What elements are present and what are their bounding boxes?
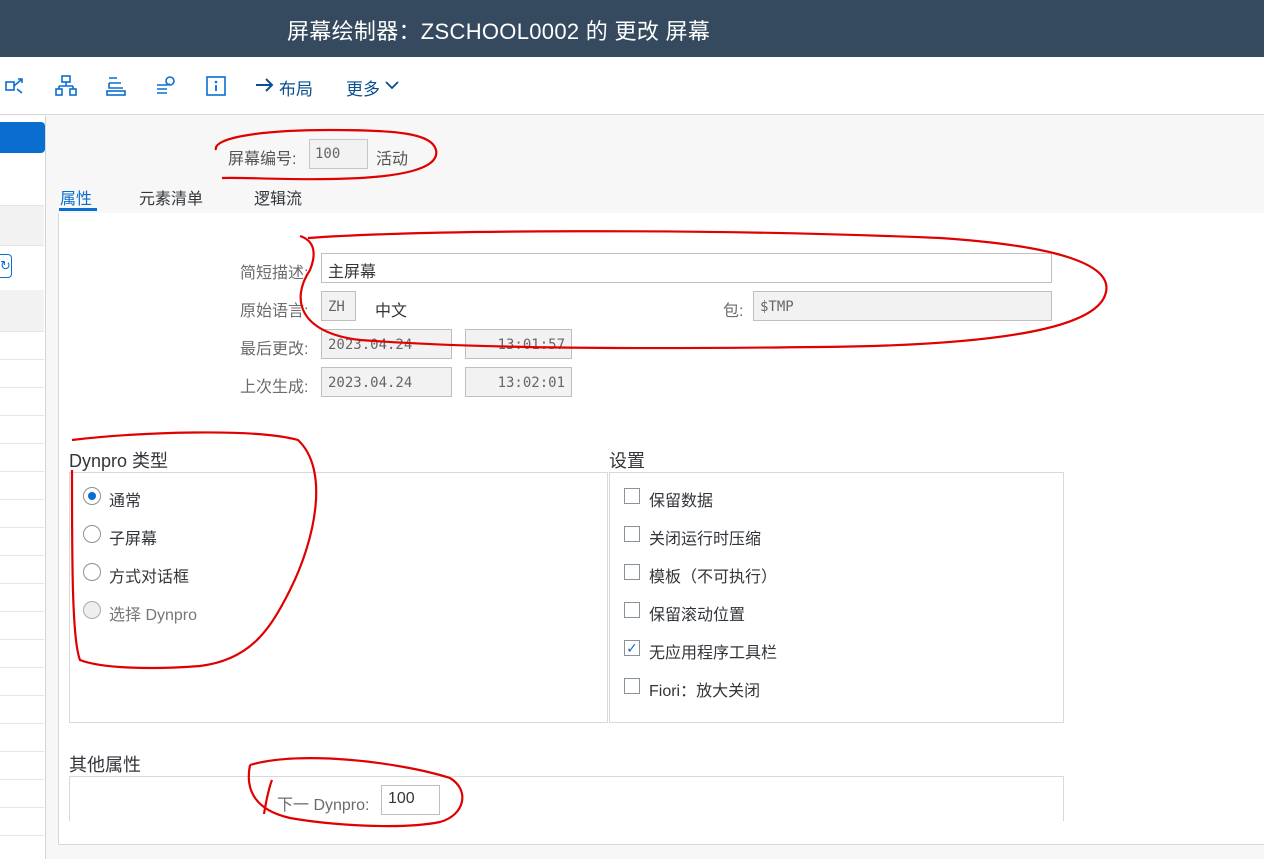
nav-row[interactable] (0, 780, 44, 808)
dynpro-type-title: Dynpro 类型 (69, 451, 169, 471)
next-dynpro-input[interactable]: 100 (381, 785, 440, 815)
checkbox-no-app-toolbar-label: 无应用程序工具栏 (649, 645, 778, 662)
tab-element-list[interactable]: 元素清单 (139, 185, 203, 209)
checkbox-fiori-zoom-off[interactable] (624, 678, 640, 694)
stack-icon[interactable] (105, 75, 127, 97)
tab-flow-logic[interactable]: 逻辑流 (254, 185, 302, 209)
last-changed-time: 13:01:57 (465, 329, 572, 359)
nav-row[interactable] (0, 724, 44, 752)
more-menu-button[interactable]: 更多 (346, 75, 400, 99)
layout-label: 布局 (279, 79, 313, 99)
package-field: $TMP (753, 291, 1052, 321)
tab-bar: 属性 元素清单 逻辑流 (58, 182, 1264, 214)
arrow-right-icon (255, 75, 275, 100)
title-bar: 屏幕绘制器：ZSCHOOL0002 的 更改 屏幕 (0, 0, 1264, 57)
layout-button[interactable]: 布局 (255, 75, 313, 99)
checkbox-no-app-toolbar[interactable]: ✓ (624, 640, 640, 656)
original-language-code: ZH (321, 291, 356, 321)
original-language-label: 原始语言: (240, 303, 309, 320)
chevron-down-icon (384, 77, 400, 98)
nav-row[interactable] (0, 668, 44, 696)
last-generated-time: 13:02:01 (465, 367, 572, 397)
dynpro-type-box (69, 472, 608, 723)
radio-normal[interactable] (83, 487, 101, 505)
nav-row[interactable] (0, 444, 44, 472)
status-text: 活动 (376, 151, 409, 168)
nav-row[interactable] (0, 640, 44, 668)
nav-row[interactable] (0, 206, 44, 246)
nav-row[interactable] (0, 612, 44, 640)
nav-row[interactable] (0, 332, 44, 360)
checkbox-disable-runtime-compression[interactable] (624, 526, 640, 542)
checkbox-hold-scroll-position-label: 保留滚动位置 (649, 607, 746, 624)
other-attributes-box (69, 776, 1064, 821)
nav-row[interactable] (0, 388, 44, 416)
checkbox-hold-data-label: 保留数据 (649, 493, 714, 510)
link-graph-icon[interactable] (5, 75, 27, 97)
left-nav-pane: ↻ (0, 116, 46, 859)
checkbox-template-label: 模板（不可执行） (649, 569, 778, 586)
nav-row[interactable] (0, 156, 44, 206)
radio-selection-dynpro-label: 选择 Dynpro (109, 607, 198, 624)
toolbar: 布局 更多 (0, 57, 1264, 115)
nav-row[interactable] (0, 416, 44, 444)
checkbox-fiori-zoom-off-label: Fiori：放大关闭 (649, 683, 761, 700)
checkbox-hold-data[interactable] (624, 488, 640, 504)
active-tab-indicator (59, 208, 97, 211)
screen-number-field: 100 (309, 139, 368, 169)
last-generated-date: 2023.04.24 (321, 367, 452, 397)
screen-number-label: 屏幕编号: (228, 151, 297, 168)
nav-row[interactable] (0, 500, 44, 528)
info-icon[interactable] (205, 75, 227, 97)
nav-row[interactable] (0, 472, 44, 500)
nav-row[interactable] (0, 584, 44, 612)
tab-attributes[interactable]: 属性 (60, 185, 92, 209)
radio-modal-dialog[interactable] (83, 563, 101, 581)
nav-row[interactable] (0, 808, 44, 836)
radio-modal-dialog-label: 方式对话框 (109, 569, 190, 586)
checkmark-icon: ✓ (626, 640, 638, 656)
last-changed-label: 最后更改: (240, 341, 309, 358)
window-title: 屏幕绘制器：ZSCHOOL0002 的 更改 屏幕 (287, 19, 711, 44)
flowchart-icon[interactable] (155, 75, 177, 97)
last-generated-label: 上次生成: (240, 379, 309, 396)
checkbox-template[interactable] (624, 564, 640, 580)
nav-row[interactable] (0, 528, 44, 556)
radio-normal-label: 通常 (109, 493, 142, 510)
nav-row[interactable] (0, 696, 44, 724)
checkbox-disable-runtime-compression-label: 关闭运行时压缩 (649, 531, 762, 548)
radio-subscreen-label: 子屏幕 (109, 531, 158, 548)
pane-splitter-handle[interactable]: ⋮ (46, 479, 58, 502)
other-attributes-title: 其他属性 (69, 755, 141, 775)
nav-selected-item[interactable] (0, 122, 45, 153)
hierarchy-icon[interactable] (55, 75, 77, 97)
short-description-label: 简短描述: (240, 265, 309, 282)
last-changed-date: 2023.04.24 (321, 329, 452, 359)
more-label: 更多 (346, 79, 380, 99)
original-language-name: 中文 (375, 303, 408, 320)
settings-title: 设置 (609, 451, 645, 471)
radio-selection-dynpro (83, 601, 101, 619)
package-label: 包: (723, 303, 744, 320)
checkbox-hold-scroll-position[interactable] (624, 602, 640, 618)
next-dynpro-label: 下一 Dynpro: (277, 797, 370, 814)
refresh-icon[interactable]: ↻ (0, 254, 12, 278)
nav-row[interactable] (0, 360, 44, 388)
nav-header-row (0, 290, 44, 332)
nav-row[interactable] (0, 752, 44, 780)
short-description-input[interactable]: 主屏幕 (321, 253, 1052, 283)
radio-subscreen[interactable] (83, 525, 101, 543)
nav-row[interactable] (0, 556, 44, 584)
